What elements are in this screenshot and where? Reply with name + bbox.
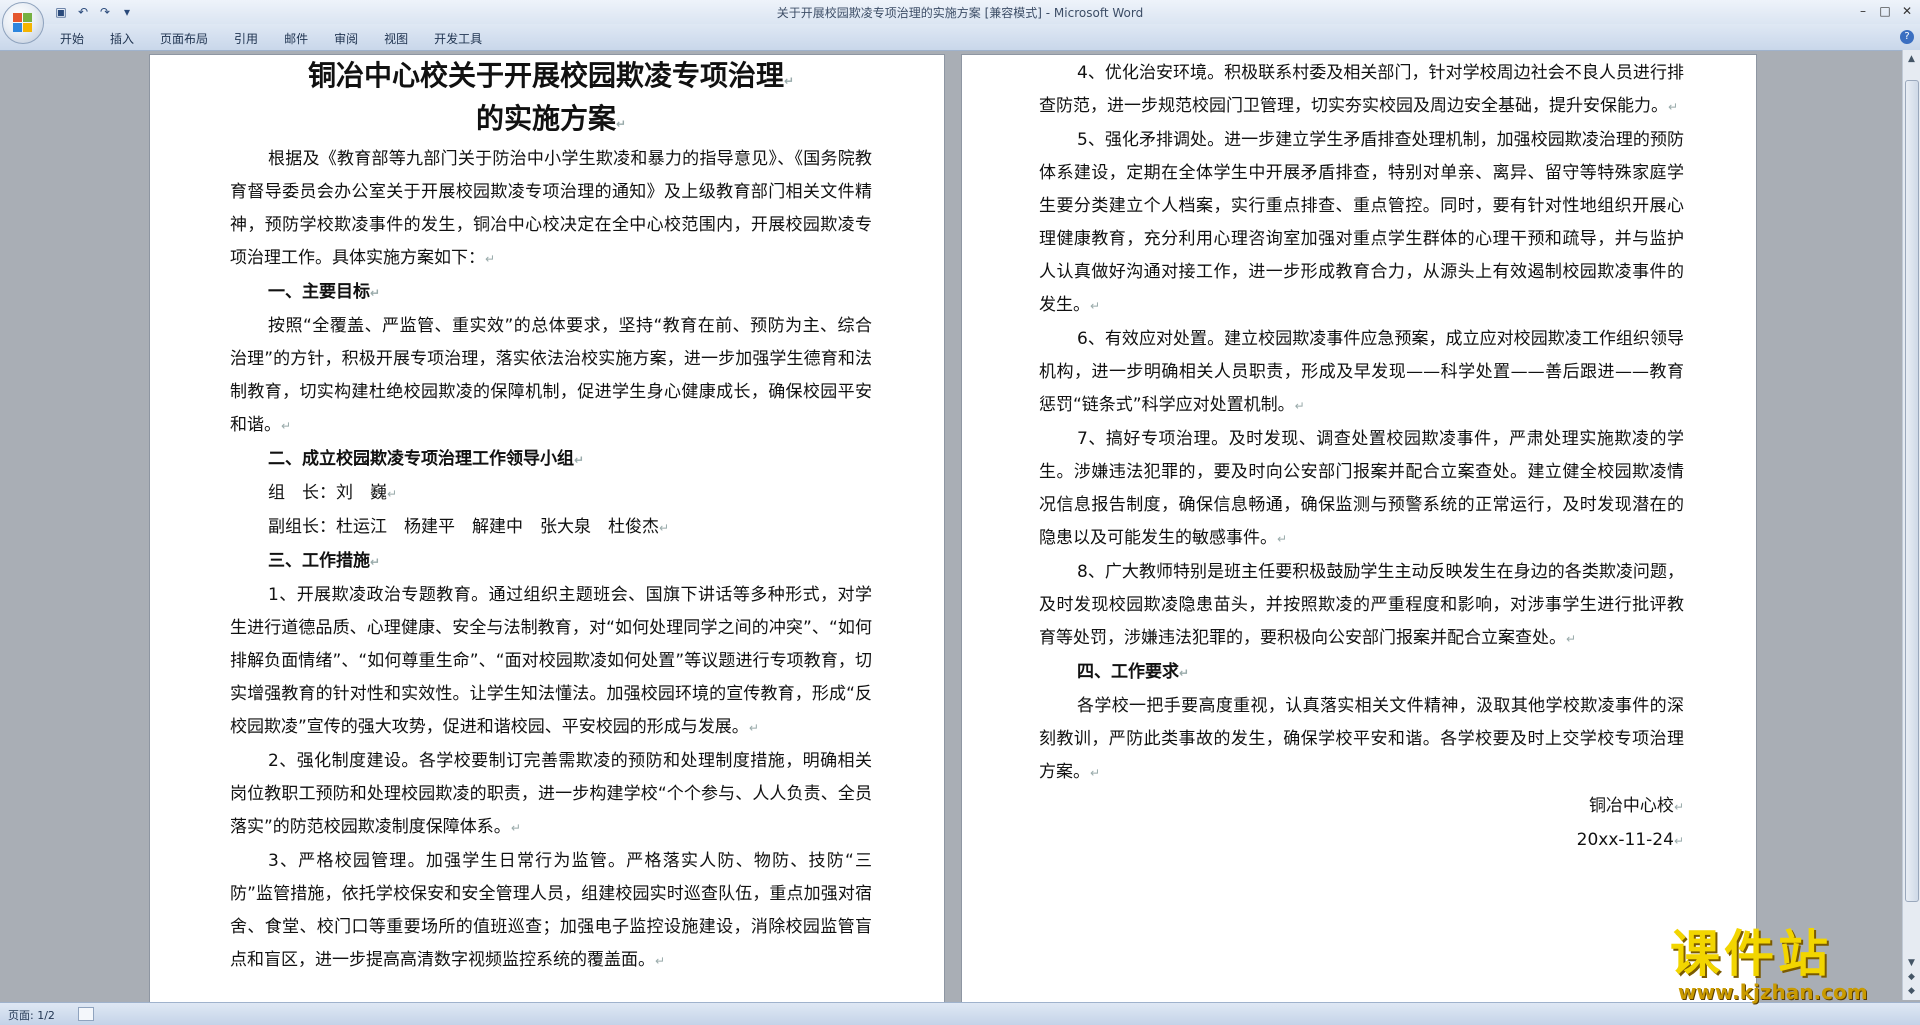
tab-references[interactable]: 引用 bbox=[234, 30, 258, 47]
tab-page-layout[interactable]: 页面布局 bbox=[160, 30, 208, 47]
prev-page-icon[interactable]: ◆ bbox=[1905, 972, 1918, 984]
scroll-down-icon[interactable]: ▼ bbox=[1905, 958, 1918, 970]
goals-paragraph: 按照“全覆盖、严监管、重实效”的总体要求，坚持“教育在前、预防为主、综合治理”的… bbox=[230, 316, 872, 435]
watermark: 课件站 www.kjzhan.com bbox=[1670, 927, 1902, 1003]
tab-view[interactable]: 视图 bbox=[384, 30, 408, 47]
doc-title-line-2: 的实施方案↵ bbox=[475, 102, 627, 135]
measure-4: 4、优化治安环境。积极联系村委及相关部门，针对学校周边社会不良人员进行排查防范，… bbox=[1039, 63, 1684, 116]
signature-date: 20xx-11-24↵ bbox=[1576, 830, 1684, 850]
minimize-icon[interactable]: – bbox=[1854, 2, 1872, 20]
measure-8: 8、广大教师特别是班主任要积极鼓励学生主动反映发生在身边的各类欺凌问题，及时发现… bbox=[1039, 562, 1684, 648]
help-icon[interactable]: ? bbox=[1900, 30, 1914, 44]
proofing-icon[interactable] bbox=[78, 1007, 94, 1021]
tab-mailings[interactable]: 邮件 bbox=[284, 30, 308, 47]
deputy-leaders: 副组长：杜运江 杨建平 解建中 张大泉 杜俊杰↵ bbox=[268, 517, 670, 537]
tab-review[interactable]: 审阅 bbox=[334, 30, 358, 47]
measure-1: 1、开展欺凌政治专题教育。通过组织主题班会、国旗下讲话等多种形式，对学生进行道德… bbox=[230, 585, 872, 737]
measure-2: 2、强化制度建设。各学校要制订完善需欺凌的预防和处理制度措施，明确相关岗位教职工… bbox=[230, 751, 872, 837]
page-count[interactable]: 页面: 1/2 bbox=[8, 1007, 55, 1023]
scroll-up-icon[interactable]: ▲ bbox=[1905, 54, 1918, 66]
measure-6: 6、有效应对处置。建立校园欺凌事件应急预案，成立应对校园欺凌工作组织领导机构，进… bbox=[1039, 329, 1684, 415]
window-title: 关于开展校园欺凌专项治理的实施方案 [兼容模式] - Microsoft Wor… bbox=[776, 6, 1144, 20]
tab-insert[interactable]: 插入 bbox=[110, 30, 134, 47]
heading-requirements: 四、工作要求↵ bbox=[1077, 662, 1190, 682]
maximize-icon[interactable]: □ bbox=[1876, 2, 1894, 20]
requirements-paragraph: 各学校一把手要高度重视，认真落实相关文件精神，汲取其他学校欺凌事件的深刻教训，严… bbox=[1039, 696, 1684, 782]
heading-measures: 三、工作措施↵ bbox=[268, 551, 381, 571]
measure-5: 5、强化矛排调处。进一步建立学生矛盾排查处理机制，加强校园欺凌治理的预防体系建设… bbox=[1039, 130, 1684, 315]
status-bar: 页面: 1/2 bbox=[0, 1002, 1920, 1025]
group-leader: 组 长：刘 巍↵ bbox=[268, 483, 398, 503]
heading-leadership-group: 二、成立校园欺凌专项治理工作领导小组↵ bbox=[268, 449, 585, 469]
close-icon[interactable]: ✕ bbox=[1898, 2, 1916, 20]
watermark-text: 课件站 bbox=[1670, 925, 1832, 983]
vertical-scrollbar[interactable]: ▲ ▼ ◆ ◆ bbox=[1902, 50, 1920, 1000]
document-page-2: 4、优化治安环境。积极联系村委及相关部门，针对学校周边社会不良人员进行排查防范，… bbox=[962, 55, 1756, 1015]
ribbon-tab-bar: 开始 插入 页面布局 引用 邮件 审阅 视图 开发工具 ? bbox=[0, 24, 1920, 51]
measure-3: 3、严格校园管理。加强学生日常行为监管。严格落实人防、物防、技防“三防”监管措施… bbox=[230, 851, 872, 970]
intro-paragraph: 根据及《教育部等九部门关于防治中小学生欺凌和暴力的指导意见》、《国务院教育督导委… bbox=[230, 149, 872, 268]
heading-goals: 一、主要目标↵ bbox=[268, 282, 381, 302]
tab-developer[interactable]: 开发工具 bbox=[434, 30, 482, 47]
document-page-1: 铜冶中心校关于开展校园欺凌专项治理↵ 的实施方案↵ 根据及《教育部等九部门关于防… bbox=[150, 55, 944, 1015]
title-bar: ▣ ↶ ↷ ▾ 关于开展校园欺凌专项治理的实施方案 [兼容模式] - Micro… bbox=[0, 0, 1920, 44]
measure-7: 7、搞好专项治理。及时发现、调查处置校园欺凌事件，严肃处理实施欺凌的学生。涉嫌违… bbox=[1039, 429, 1684, 548]
watermark-url: www.kjzhan.com bbox=[1678, 980, 1868, 1004]
office-button[interactable] bbox=[2, 2, 44, 44]
tab-home[interactable]: 开始 bbox=[60, 30, 84, 47]
doc-title-line-1: 铜冶中心校关于开展校园欺凌专项治理↵ bbox=[307, 59, 795, 92]
signature-org: 铜冶中心校↵ bbox=[1588, 796, 1684, 816]
window-controls: – □ ✕ bbox=[1854, 2, 1916, 20]
office-logo-icon bbox=[13, 13, 33, 33]
scroll-thumb[interactable] bbox=[1905, 80, 1919, 902]
next-page-icon[interactable]: ◆ bbox=[1905, 986, 1918, 998]
